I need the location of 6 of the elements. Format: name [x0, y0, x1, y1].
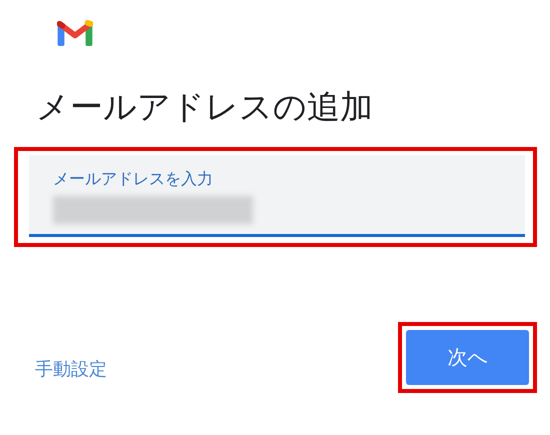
- next-button[interactable]: 次へ: [406, 330, 529, 385]
- mail-logo-icon: [57, 20, 93, 47]
- manual-setup-link[interactable]: 手動設定: [35, 356, 107, 380]
- page-title: メールアドレスの追加: [36, 86, 374, 128]
- email-input-field[interactable]: メールアドレスを入力: [29, 155, 525, 237]
- field-label: メールアドレスを入力: [53, 169, 214, 190]
